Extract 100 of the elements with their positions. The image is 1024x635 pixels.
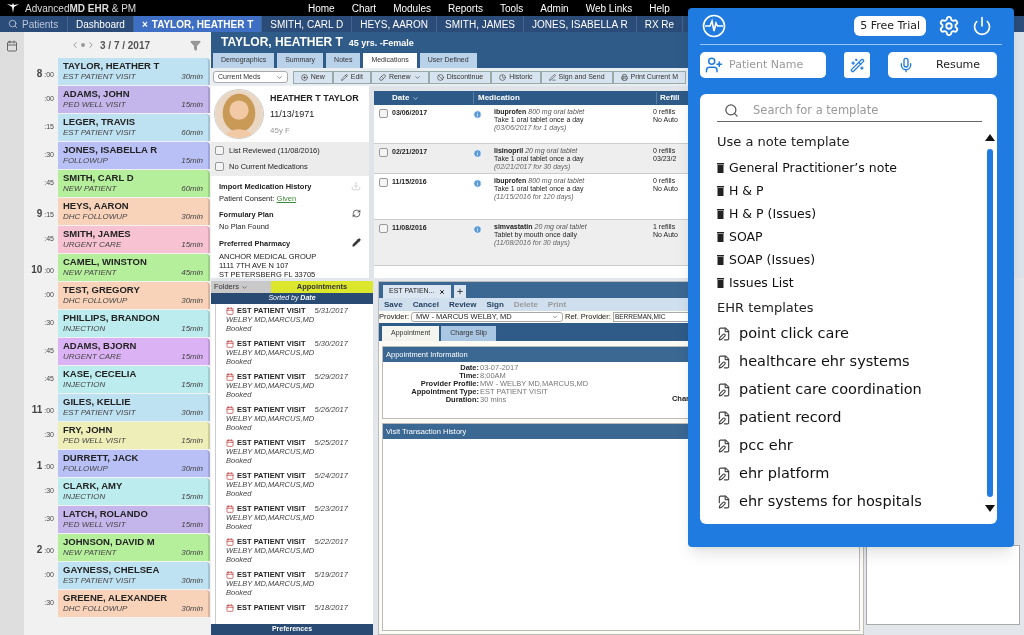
action-button[interactable]: Review xyxy=(448,298,477,311)
column-header[interactable]: Date xyxy=(374,92,473,104)
power-icon[interactable] xyxy=(972,16,992,36)
appointment-card[interactable]: GREENE, ALEXANDER DHC FOLLOWUP 30min xyxy=(58,590,210,617)
visit-duration: 30min xyxy=(181,576,203,586)
patient-name: LATCH, ROLANDO xyxy=(63,508,149,520)
template-item[interactable]: point click care xyxy=(717,320,982,348)
bin-icon xyxy=(717,163,724,173)
column-header[interactable]: Medication xyxy=(473,92,656,104)
checkbox[interactable] xyxy=(215,146,224,156)
appointment-card[interactable]: JONES, ISABELLA R FOLLOWUP 15min xyxy=(58,142,210,169)
appointment-card[interactable]: GAYNESS, CHELSEA EST PATIENT VISIT 30min xyxy=(58,562,210,589)
template-item[interactable]: H & P (Issues) xyxy=(717,202,982,226)
resume-button[interactable]: Resume xyxy=(888,52,997,78)
visit-type: DHC FOLLOWUP xyxy=(63,212,128,222)
scroll-up-icon[interactable] xyxy=(984,134,995,141)
settings-icon[interactable] xyxy=(938,15,960,37)
template-item[interactable]: ehr systems for hospitals xyxy=(717,488,982,516)
info-icon[interactable] xyxy=(473,149,482,158)
action-button[interactable]: Save xyxy=(384,298,403,311)
template-item[interactable]: patient care coordination xyxy=(717,376,982,404)
patient-name: LEGER, TRAVIS xyxy=(63,116,137,128)
appointment-card[interactable]: LEGER, TRAVIS EST PATIENT VISIT 60min xyxy=(58,114,210,141)
menu-item[interactable]: Help xyxy=(649,0,670,16)
menu-item[interactable]: Tools xyxy=(499,0,524,16)
appointment-card[interactable]: SMITH, JAMES URGENT CARE 15min xyxy=(58,226,210,253)
visit-type: EST PATIENT VISIT xyxy=(63,72,136,82)
template-item[interactable]: General Practitioner’s note xyxy=(717,156,982,180)
template-item[interactable]: H & P xyxy=(717,179,982,203)
print-icon xyxy=(620,73,628,81)
info-icon[interactable] xyxy=(473,110,482,119)
close-icon[interactable] xyxy=(438,288,445,295)
patient-name: KASE, CECELIA xyxy=(63,368,138,380)
visit-duration: 15min xyxy=(181,100,203,110)
visit-duration: 15min xyxy=(181,324,203,334)
visit-type: PED WELL VISIT xyxy=(63,520,126,530)
appointment-card[interactable]: GILES, KELLIE EST PATIENT VISIT 30min xyxy=(58,394,210,421)
action-button[interactable]: Cancel xyxy=(412,298,439,311)
visit-duration: 15min xyxy=(181,436,203,446)
menu-item[interactable]: Modules xyxy=(393,0,431,16)
menu-item[interactable]: Reports xyxy=(447,0,483,16)
filter-icon[interactable] xyxy=(190,39,201,51)
menu-item[interactable]: Admin xyxy=(540,0,569,16)
calendar-icon xyxy=(226,537,234,546)
scrollbar-thumb[interactable] xyxy=(986,149,993,497)
checkbox[interactable] xyxy=(378,224,388,233)
appointment-card[interactable]: CAMEL, WINSTON NEW PATIENT 45min xyxy=(58,254,210,281)
visit-type: EST PATIENT VISIT xyxy=(63,576,136,586)
visit-duration: 30min xyxy=(181,548,203,558)
patient-tab[interactable]: × TAYLOR, HEATHER T xyxy=(133,16,263,32)
appointment-card[interactable]: ADAMS, BJORN URGENT CARE 15min xyxy=(58,338,210,365)
checkbox[interactable] xyxy=(378,109,388,118)
checkbox[interactable] xyxy=(378,148,388,157)
template-item[interactable]: SOAP xyxy=(717,225,982,249)
appointment-card[interactable]: TEST, GREGORY DHC FOLLOWUP 30min xyxy=(58,282,210,309)
info-icon[interactable] xyxy=(473,179,482,188)
visit-duration: 30min xyxy=(181,296,203,306)
appointment-card[interactable]: TAYLOR, HEATHER T EST PATIENT VISIT 30min xyxy=(58,58,210,85)
checkbox[interactable] xyxy=(378,178,388,187)
appointment-card[interactable]: LATCH, ROLANDO PED WELL VISIT 15min xyxy=(58,506,210,533)
appointment-card[interactable]: ADAMS, JOHN PED WELL VISIT 15min xyxy=(58,86,210,113)
patient-name: TEST, GREGORY xyxy=(63,284,141,296)
template-item[interactable]: SOAP (Issues) xyxy=(717,248,982,272)
appointment-card[interactable]: JOHNSON, DAVID M NEW PATIENT 30min xyxy=(58,534,210,561)
appointment-card[interactable]: KASE, CECELIA INJECTION 15min xyxy=(58,366,210,393)
patient-name: ADAMS, BJORN xyxy=(63,340,138,352)
close-tab-button[interactable]: × xyxy=(141,16,148,32)
menu-item[interactable]: Home xyxy=(308,0,335,16)
user-plus-icon xyxy=(705,56,723,74)
checkbox[interactable] xyxy=(215,162,224,172)
previous-day-icon[interactable] xyxy=(70,40,80,50)
info-icon[interactable] xyxy=(473,225,482,234)
discontinue-icon xyxy=(436,73,444,81)
patient-name: GREENE, ALEXANDER xyxy=(63,592,169,604)
date-of-birth: 11/13/1971 xyxy=(270,108,316,121)
appointment-card[interactable]: DURRETT, JACK FOLLOWUP 30min xyxy=(58,450,210,477)
template-item[interactable]: Issues List xyxy=(717,271,982,295)
refresh-icon[interactable] xyxy=(352,209,361,218)
calendar-icon xyxy=(226,405,234,414)
patient-name: CAMEL, WINSTON xyxy=(63,256,148,268)
appointment-card[interactable]: HEYS, AARON DHC FOLLOWUP 30min xyxy=(58,198,210,225)
visit-duration: 15min xyxy=(181,380,203,390)
action-button[interactable]: Sign xyxy=(486,298,504,311)
scroll-down-icon[interactable] xyxy=(984,505,995,512)
edit-icon[interactable] xyxy=(352,237,361,247)
appointment-card[interactable]: PHILLIPS, BRANDON INJECTION 15min xyxy=(58,310,210,337)
column-header[interactable]: Refill xyxy=(656,92,680,104)
age-sex: 45y F xyxy=(270,124,291,137)
next-day-icon[interactable] xyxy=(86,40,96,50)
visit-duration: 15min xyxy=(181,240,203,250)
add-tab-button[interactable] xyxy=(453,285,466,298)
magic-wand-button[interactable] xyxy=(844,52,870,78)
appointment-card[interactable]: SMITH, CARL D NEW PATIENT 60min xyxy=(58,170,210,197)
menu-item[interactable]: Web Links xyxy=(585,0,633,16)
appointment-card[interactable]: FRY, JOHN PED WELL VISIT 15min xyxy=(58,422,210,449)
calendar-icon[interactable] xyxy=(6,40,18,52)
dropdown-caret-icon xyxy=(552,314,558,320)
appointment-card[interactable]: CLARK, AMY INJECTION 15min xyxy=(58,478,210,505)
template-item[interactable]: ehr platform xyxy=(717,460,982,488)
menu-item[interactable]: Chart xyxy=(351,0,377,16)
